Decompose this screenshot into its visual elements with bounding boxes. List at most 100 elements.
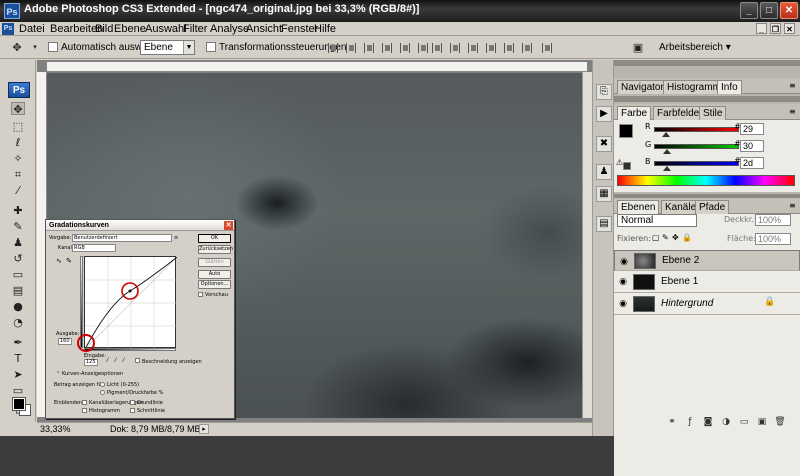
b-slider-thumb[interactable]	[663, 166, 671, 171]
lock-position-icon[interactable]: ✥	[672, 234, 679, 242]
distribute-top-icon[interactable]	[432, 43, 442, 53]
gradient-tool-icon[interactable]: ▤	[11, 284, 25, 297]
link-layers-icon[interactable]: ⚭	[666, 416, 678, 428]
layer-style-icon[interactable]: ƒ	[684, 416, 696, 428]
doc-minimize-button[interactable]: _	[756, 23, 767, 34]
panel-group-header[interactable]	[614, 96, 800, 102]
zoom-level[interactable]: 33,33%	[40, 424, 71, 434]
histogram-checkbox[interactable]	[82, 408, 87, 413]
pigment-radio[interactable]	[100, 390, 105, 395]
eye-icon[interactable]: ◉	[617, 276, 629, 288]
distribute-hcenter-icon[interactable]	[504, 43, 514, 53]
distribute-right-icon[interactable]	[522, 43, 532, 53]
white-eyedropper-icon[interactable]: ⁄	[123, 358, 124, 364]
align-vcenter-icon[interactable]	[346, 43, 356, 53]
crop-tool-icon[interactable]: ⌗	[11, 168, 25, 181]
workspace-icon[interactable]: ▣	[630, 41, 646, 54]
menu-analyse[interactable]: Analyse	[210, 22, 249, 36]
healing-brush-tool-icon[interactable]: ✚	[11, 204, 25, 217]
tab-ebenen[interactable]: Ebenen	[617, 200, 660, 214]
fill-input[interactable]: 100%	[755, 233, 791, 245]
layer-row[interactable]: ◉ Hintergrund 🔒	[614, 294, 800, 315]
history-brush-tool-icon[interactable]: ↺	[11, 252, 25, 265]
new-group-icon[interactable]: ▭	[738, 416, 750, 428]
gray-eyedropper-icon[interactable]: ⁄	[115, 358, 116, 364]
layer-comps-icon[interactable]: ▤	[596, 216, 612, 232]
intersection-line-checkbox[interactable]	[130, 408, 135, 413]
preview-checkbox[interactable]	[198, 292, 203, 297]
move-tool-icon[interactable]: ✥	[11, 102, 25, 116]
dodge-tool-icon[interactable]: ◔	[11, 316, 25, 329]
shape-tool-icon[interactable]: ▭	[11, 384, 25, 397]
r-input[interactable]: 29	[740, 123, 764, 135]
distribute-bottom-icon[interactable]	[468, 43, 478, 53]
magic-wand-tool-icon[interactable]: ✧	[11, 152, 25, 165]
lock-all-icon[interactable]: 🔒	[682, 234, 692, 242]
reset-button[interactable]: Zurücksetzen	[198, 245, 233, 254]
color-ramp[interactable]	[617, 175, 795, 186]
photoshop-logo[interactable]: Ps	[8, 82, 30, 98]
smooth-button[interactable]: Glätten	[198, 258, 231, 267]
vertical-scrollbar[interactable]	[582, 72, 592, 418]
lock-pixels-icon[interactable]: ✎	[662, 234, 669, 242]
move-tool-preset-icon[interactable]: ✥	[10, 41, 24, 54]
lasso-tool-icon[interactable]: ℓ	[11, 136, 25, 149]
b-input[interactable]: 2d	[740, 157, 764, 169]
tab-pfade[interactable]: Pfade	[695, 200, 730, 214]
options-button[interactable]: Optionen...	[198, 280, 231, 289]
path-selection-tool-icon[interactable]: ➤	[11, 368, 25, 381]
document-info[interactable]: Dok: 8,79 MB/8,79 MB	[110, 424, 201, 434]
title-bar[interactable]: Ps Adobe Photoshop CS3 Extended - [ngc47…	[0, 0, 800, 22]
panel-menu-icon[interactable]: ≡	[789, 202, 797, 210]
layer-row[interactable]: ◉ Ebene 1	[614, 272, 800, 293]
ok-button[interactable]: OK	[198, 234, 231, 243]
align-right-icon[interactable]	[418, 43, 428, 53]
fg-color-preview[interactable]	[619, 124, 633, 138]
doc-restore-button[interactable]: ❐	[770, 23, 781, 34]
minimize-button[interactable]: _	[740, 2, 758, 19]
curves-graph[interactable]	[84, 256, 178, 350]
delete-layer-icon[interactable]: 🗑	[774, 416, 786, 428]
foreground-color-swatch[interactable]	[12, 397, 26, 411]
auto-select-checkbox[interactable]	[48, 42, 58, 52]
r-slider-thumb[interactable]	[662, 132, 670, 137]
blur-tool-icon[interactable]: ●	[11, 300, 25, 313]
ruler-horizontal[interactable]	[47, 62, 587, 72]
menu-datei[interactable]: Datei	[19, 22, 45, 36]
output-value[interactable]: 160	[58, 338, 72, 345]
menu-ansicht[interactable]: Ansicht	[246, 22, 282, 36]
auto-align-icon[interactable]	[542, 43, 552, 53]
align-bottom-icon[interactable]	[364, 43, 374, 53]
menu-hilfe[interactable]: Hilfe	[314, 22, 336, 36]
tab-navigator[interactable]: Navigator	[617, 80, 668, 94]
brushes-panel-icon[interactable]: ▦	[596, 186, 612, 202]
channel-dropdown[interactable]: RGB	[72, 244, 116, 252]
align-hcenter-icon[interactable]	[400, 43, 410, 53]
g-slider-thumb[interactable]	[663, 149, 671, 154]
close-button[interactable]: ✕	[780, 2, 798, 19]
brush-tool-icon[interactable]: ✎	[11, 220, 25, 233]
align-top-icon[interactable]	[328, 43, 338, 53]
distribute-vcenter-icon[interactable]	[450, 43, 460, 53]
clipping-checkbox[interactable]	[135, 358, 140, 363]
curve-point-tool-icon[interactable]: ∿	[56, 258, 62, 265]
eraser-tool-icon[interactable]: ▭	[11, 268, 25, 281]
layer-row[interactable]: ◉ Ebene 2	[614, 250, 800, 271]
menu-filter[interactable]: Filter	[183, 22, 207, 36]
workspace-menu[interactable]: Arbeitsbereich ▾	[659, 42, 731, 53]
actions-panel-icon[interactable]: ▶	[596, 106, 612, 122]
opacity-input[interactable]: 100%	[755, 214, 791, 226]
layer-name[interactable]: Ebene 2	[662, 255, 699, 266]
preset-dropdown[interactable]: Benutzerdefiniert	[72, 234, 172, 242]
baseline-checkbox[interactable]	[130, 400, 135, 405]
layer-name[interactable]: Hintergrund	[661, 298, 713, 309]
distribute-left-icon[interactable]	[486, 43, 496, 53]
menu-fenster[interactable]: Fenster	[281, 22, 318, 36]
doc-close-button[interactable]: ✕	[784, 23, 795, 34]
g-input[interactable]: 30	[740, 140, 764, 152]
panel-menu-icon[interactable]: ≡	[789, 82, 797, 90]
eye-icon[interactable]: ◉	[618, 255, 630, 267]
history-panel-icon[interactable]: ⎘	[596, 84, 612, 100]
blend-mode-dropdown[interactable]: Normal	[617, 214, 697, 227]
tab-stile[interactable]: Stile	[699, 106, 727, 120]
